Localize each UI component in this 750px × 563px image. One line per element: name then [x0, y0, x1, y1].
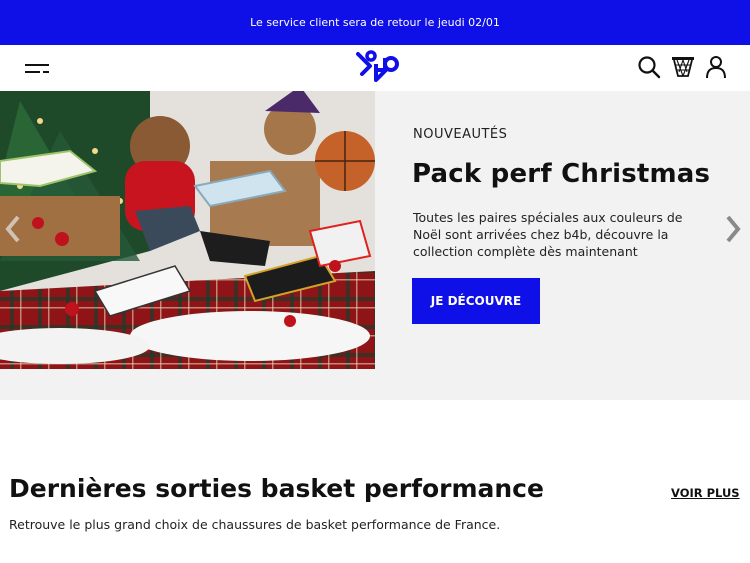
announcement-text: Le service client sera de retour le jeud… [250, 16, 500, 29]
b4b-logo[interactable] [352, 48, 404, 86]
section-subtitle: Retrouve le plus grand choix de chaussur… [9, 517, 501, 532]
search-icon[interactable] [636, 54, 662, 80]
hero-title: Pack perf Christmas [412, 159, 711, 189]
discover-button[interactable]: JE DÉCOUVRE [412, 278, 540, 324]
hero-slider: NOUVEAUTÉS Pack perf Christmas Toutes le… [0, 91, 750, 400]
hero-description: Toutes les paires spéciales aux couleurs… [413, 210, 683, 259]
site-header [0, 45, 750, 91]
chevron-right-icon[interactable] [722, 213, 744, 245]
hero-image [0, 91, 375, 369]
announcement-banner: Le service client sera de retour le jeud… [0, 0, 750, 45]
hero-eyebrow: NOUVEAUTÉS [413, 127, 508, 142]
basket-hoop-icon[interactable] [670, 54, 696, 80]
menu-icon[interactable] [24, 58, 52, 80]
chevron-left-icon[interactable] [2, 213, 24, 245]
user-icon[interactable] [703, 54, 729, 80]
see-more-link[interactable]: VOIR PLUS [671, 486, 740, 500]
section-title: Dernières sorties basket performance [9, 474, 544, 503]
